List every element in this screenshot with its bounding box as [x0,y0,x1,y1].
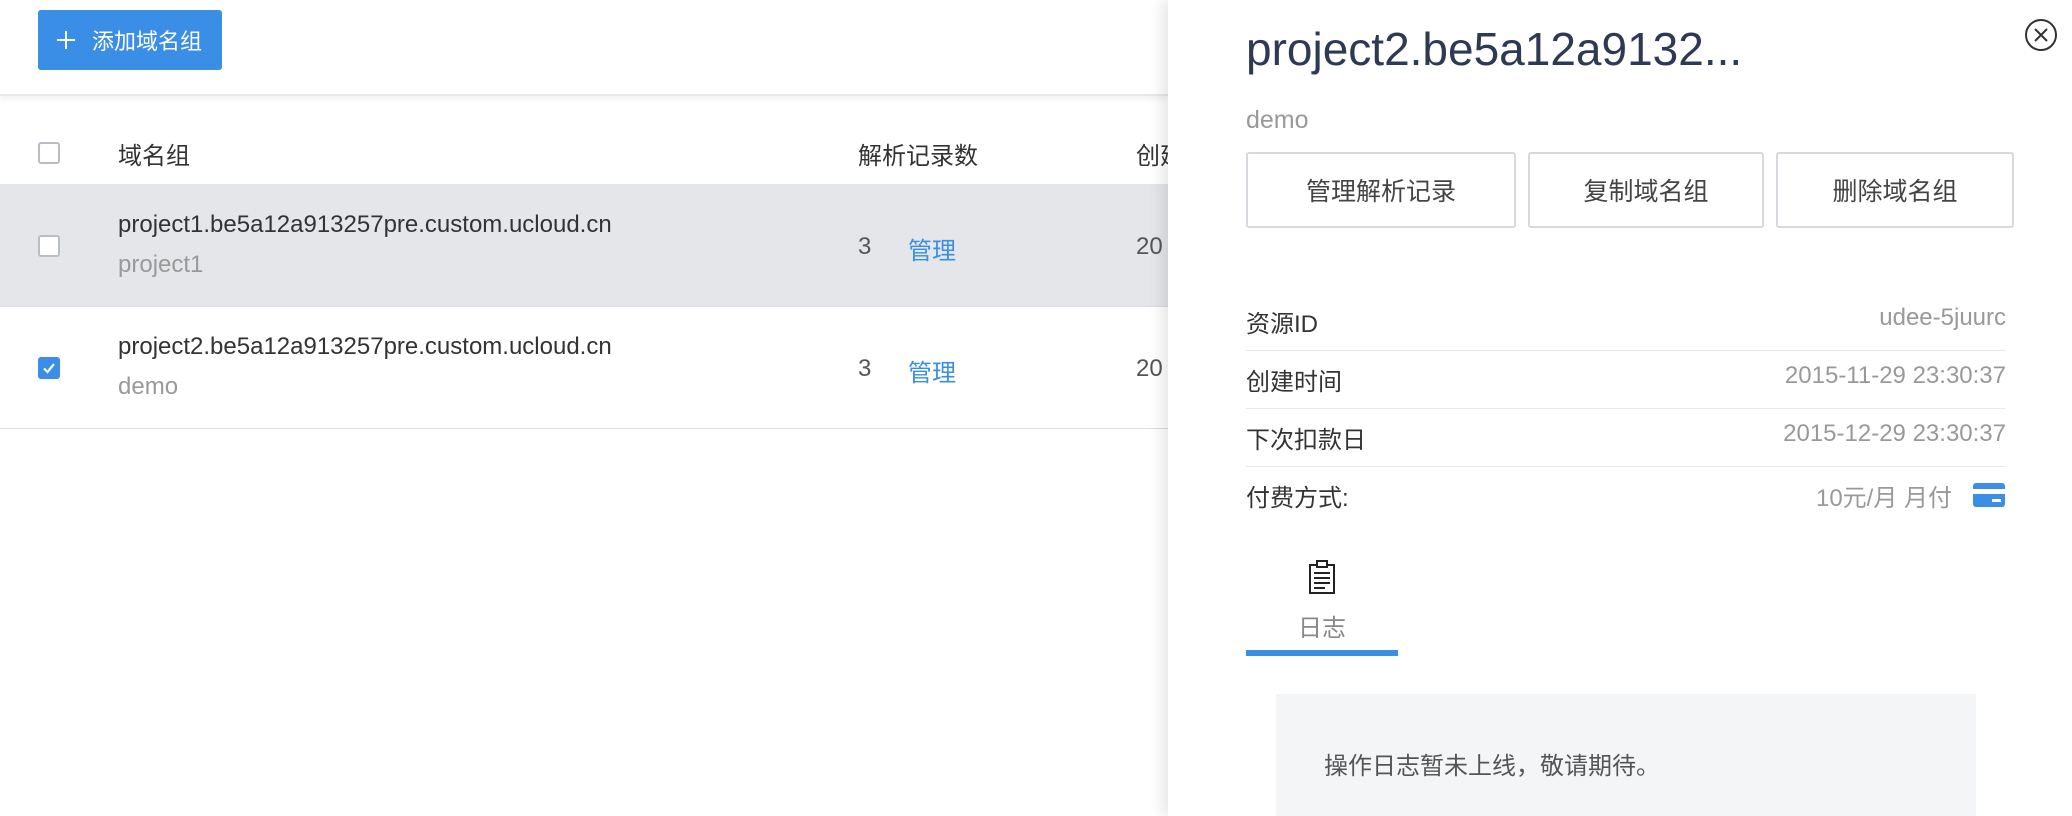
row-checkbox[interactable] [38,235,60,257]
checkbox-icon [43,363,55,374]
next-charge-label: 下次扣款日 [1246,427,1366,454]
table-header: 域名组 解析记录数 创建 [0,118,1168,185]
info-row-next-charge: 下次扣款日 2015-12-29 23:30:37 [1246,408,2006,467]
domain-name: project2.be5a12a913257pre.custom.ucloud.… [118,333,612,360]
info-row-payment: 付费方式: 10元/月 月付 [1246,466,2006,524]
created-time: 20 [1136,355,1163,382]
record-count: 3 [858,233,872,260]
tab-active-indicator [1246,650,1398,656]
record-count: 3 [858,355,872,382]
domain-remark: demo [118,373,179,400]
table-row[interactable]: project2.be5a12a913257pre.custom.ucloud.… [0,307,1168,429]
manage-link[interactable]: 管理 [908,231,956,266]
payment-value: 10元/月 月付 [1815,485,1952,512]
payment-label: 付费方式: [1246,485,1349,512]
header-domain-group: 域名组 [118,143,190,170]
log-notice-text: 操作日志暂未上线，敬请期待。 [1324,753,1660,780]
info-row-created: 创建时间 2015-11-29 23:30:37 [1246,350,2006,409]
domain-name: project1.be5a12a913257pre.custom.ucloud.… [118,211,612,238]
resource-id-label: 资源ID [1246,311,1318,338]
domain-remark: project1 [118,251,204,278]
close-icon[interactable] [2024,18,2058,52]
created-label: 创建时间 [1246,369,1342,396]
credit-card-icon[interactable] [1972,482,2006,508]
header-created: 创建 [1136,143,1168,170]
tab-log[interactable]: 日志 [1246,556,1398,656]
add-domain-group-label: 添加域名组 [92,29,203,54]
manage-link[interactable]: 管理 [908,353,956,388]
clipboard-icon [1309,560,1335,594]
table-row[interactable]: project1.be5a12a913257pre.custom.ucloud.… [0,185,1168,307]
header-record-count: 解析记录数 [858,143,978,170]
resource-id-value: udee-5juurc [1879,304,2006,331]
created-time: 20 [1136,233,1163,260]
tab-log-label: 日志 [1298,615,1346,642]
select-all-checkbox[interactable] [38,142,60,164]
add-domain-group-button[interactable]: 添加域名组 [38,10,222,70]
domain-group-table: 域名组 解析记录数 创建 project1.be5a12a913257pre.c… [0,118,1168,429]
log-notice: 操作日志暂未上线，敬请期待。 [1276,694,1976,816]
delete-group-button[interactable]: 删除域名组 [1776,152,2014,228]
info-row-resource-id: 资源ID udee-5juurc [1246,292,2006,351]
plus-icon [57,31,75,49]
panel-subtitle: demo [1246,106,1309,134]
toolbar: 添加域名组 [0,0,1168,96]
next-charge-value: 2015-12-29 23:30:37 [1783,420,2006,447]
panel-title: project2.be5a12a9132... [1246,23,1743,75]
created-value: 2015-11-29 23:30:37 [1784,362,2006,389]
row-checkbox[interactable] [38,357,60,379]
manage-records-button[interactable]: 管理解析记录 [1246,152,1516,228]
copy-group-button[interactable]: 复制域名组 [1528,152,1764,228]
